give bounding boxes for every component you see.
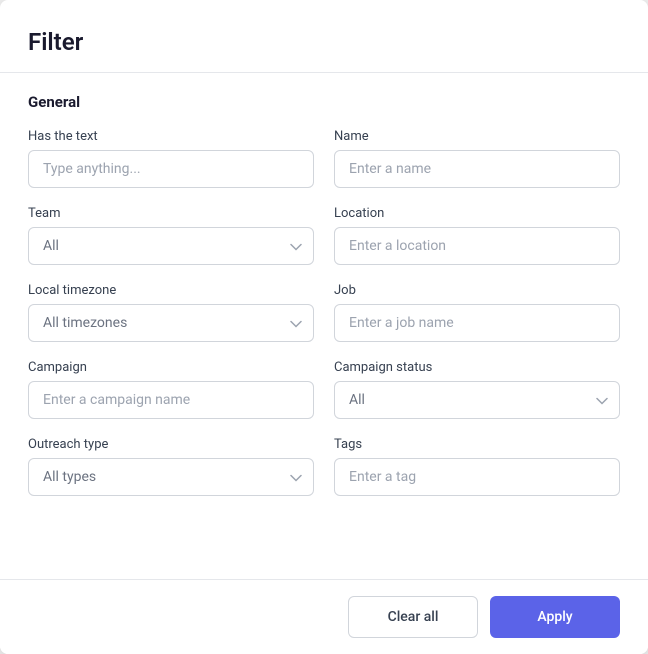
modal-footer: Clear all Apply (0, 579, 648, 654)
filter-modal: Filter General Has the text Name Team Al… (0, 0, 648, 654)
field-tags: Tags (334, 437, 620, 496)
has-the-text-input[interactable] (28, 150, 314, 188)
campaign-status-select[interactable]: All (334, 381, 620, 419)
field-outreach-type: Outreach type All types (28, 437, 314, 496)
has-the-text-label: Has the text (28, 129, 314, 144)
tags-input[interactable] (334, 458, 620, 496)
clear-button[interactable]: Clear all (348, 596, 478, 638)
location-label: Location (334, 206, 620, 221)
job-input[interactable] (334, 304, 620, 342)
field-location: Location (334, 206, 620, 265)
location-input[interactable] (334, 227, 620, 265)
team-select[interactable]: All (28, 227, 314, 265)
job-label: Job (334, 283, 620, 298)
filter-form-grid: Has the text Name Team All (28, 129, 620, 496)
outreach-type-select[interactable]: All types (28, 458, 314, 496)
field-local-timezone: Local timezone All timezones (28, 283, 314, 342)
campaign-label: Campaign (28, 360, 314, 375)
modal-body: General Has the text Name Team All (0, 73, 648, 579)
field-campaign-status: Campaign status All (334, 360, 620, 419)
campaign-input[interactable] (28, 381, 314, 419)
field-campaign: Campaign (28, 360, 314, 419)
modal-title: Filter (28, 28, 620, 56)
local-timezone-label: Local timezone (28, 283, 314, 298)
name-input[interactable] (334, 150, 620, 188)
team-label: Team (28, 206, 314, 221)
name-label: Name (334, 129, 620, 144)
outreach-type-label: Outreach type (28, 437, 314, 452)
field-has-the-text: Has the text (28, 129, 314, 188)
tags-label: Tags (334, 437, 620, 452)
outreach-type-select-wrapper: All types (28, 458, 314, 496)
campaign-status-label: Campaign status (334, 360, 620, 375)
modal-header: Filter (0, 0, 648, 72)
apply-button[interactable]: Apply (490, 596, 620, 638)
timezone-select-wrapper: All timezones (28, 304, 314, 342)
campaign-status-select-wrapper: All (334, 381, 620, 419)
field-name: Name (334, 129, 620, 188)
field-job: Job (334, 283, 620, 342)
team-select-wrapper: All (28, 227, 314, 265)
field-team: Team All (28, 206, 314, 265)
timezone-select[interactable]: All timezones (28, 304, 314, 342)
section-general-title: General (28, 93, 620, 111)
